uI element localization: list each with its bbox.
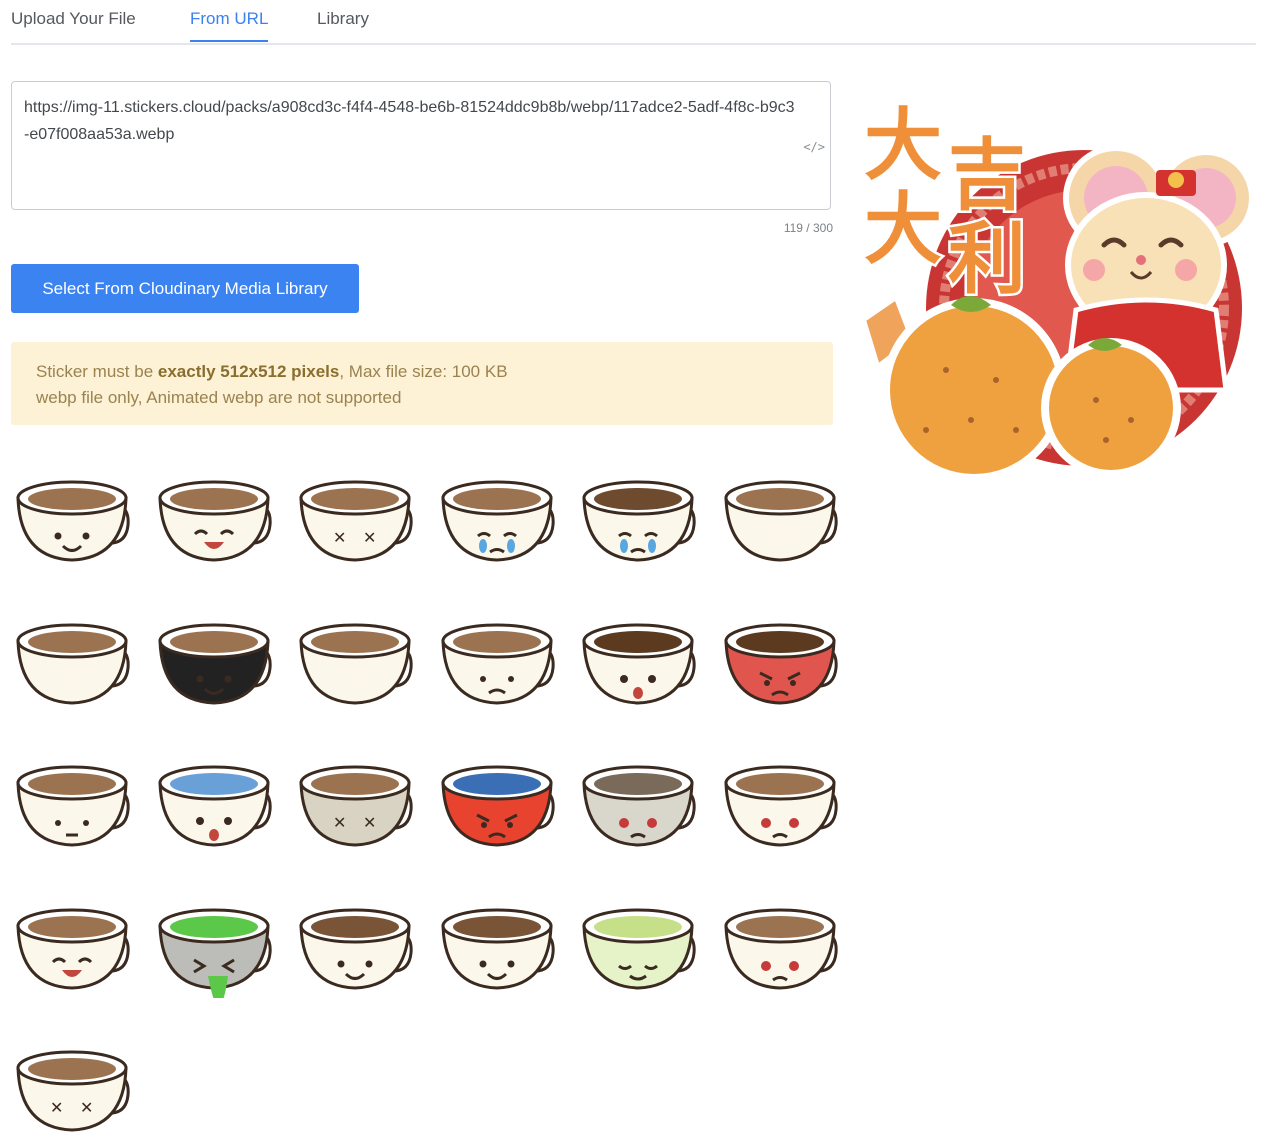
notice-dimension: exactly 512x512 pixels — [157, 362, 340, 381]
notice-suffix: , Max file size: 100 KB — [339, 362, 508, 381]
rat-new-year-sticker: 大 吉 大 利 — [862, 98, 1255, 482]
sticker-coffee-tilted-dizzy[interactable]: ✕ ✕ — [291, 448, 419, 570]
sticker-coffee-splash-shocked[interactable] — [574, 591, 702, 713]
sticker-coffee-red-mug-furious[interactable] — [433, 733, 561, 855]
preview-char-4: 利 — [948, 214, 1026, 305]
mouse-cheek-right — [1175, 259, 1197, 281]
sticker-coffee-phone[interactable] — [716, 876, 844, 998]
svg-text:✕: ✕ — [363, 813, 376, 832]
mouse-cheek-left — [1083, 259, 1105, 281]
svg-text:✕: ✕ — [333, 813, 346, 832]
tab-bar: Upload Your File From URL Library — [11, 0, 1256, 45]
sticker-coffee-togo-dance[interactable] — [433, 876, 561, 998]
sticker-coffee-laptop-dead[interactable]: ✕ ✕ — [291, 733, 419, 855]
sticker-coffee-broken-heart[interactable] — [8, 591, 136, 713]
tab-library[interactable]: Library — [317, 9, 369, 40]
tab-from-url[interactable]: From URL — [190, 9, 269, 42]
sticker-coffee-spilled-crying[interactable] — [574, 448, 702, 570]
sticker-preview: 大 吉 大 利 — [856, 80, 1256, 482]
character-counter: 119 / 300 — [783, 221, 833, 235]
sticker-coffee-confused[interactable] — [8, 733, 136, 855]
preview-char-3: 大 — [864, 184, 942, 275]
sticker-coffee-green-sick[interactable] — [150, 876, 278, 998]
url-value[interactable]: https://img-11.stickers.cloud/packs/a908… — [24, 94, 799, 148]
notice-line-1: Sticker must be exactly 512x512 pixels, … — [36, 359, 808, 385]
sticker-coffee-with-black-mug-love[interactable] — [150, 591, 278, 713]
sticker-coffee-red-angry[interactable] — [716, 591, 844, 713]
mouse-hat-button — [1168, 172, 1184, 188]
sticker-coffee-togo-wave[interactable] — [291, 876, 419, 998]
svg-text:✕: ✕ — [80, 1098, 93, 1117]
sticker-coffee-steaming-sad[interactable] — [433, 591, 561, 713]
preview-char-1: 大 — [864, 100, 942, 191]
sticker-coffee-phone-dead[interactable]: ✕ ✕ — [8, 1018, 136, 1140]
orange-right — [1049, 346, 1173, 470]
sticker-coffee-green-tea[interactable] — [574, 876, 702, 998]
sticker-coffee-laugh[interactable] — [150, 448, 278, 570]
preview-char-2: 吉 — [948, 130, 1026, 221]
sticker-requirements-notice: Sticker must be exactly 512x512 pixels, … — [11, 342, 833, 425]
sticker-coffee-rainbow[interactable] — [150, 733, 278, 855]
sticker-coffee-spotlight[interactable] — [8, 876, 136, 998]
orange-left — [890, 306, 1058, 474]
mouse-nose — [1136, 255, 1146, 265]
select-from-media-library-button[interactable]: Select From Cloudinary Media Library — [11, 264, 359, 313]
notice-prefix: Sticker must be — [36, 362, 158, 381]
svg-text:✕: ✕ — [363, 528, 376, 547]
svg-text:✕: ✕ — [50, 1098, 63, 1117]
notice-line-2: webp file only, Animated webp are not su… — [36, 388, 402, 407]
sticker-coffee-laptop-night[interactable] — [716, 733, 844, 855]
sticker-coffee-latte-heart[interactable] — [716, 448, 844, 570]
code-icon[interactable]: </> — [803, 140, 825, 154]
url-textarea[interactable]: https://img-11.stickers.cloud/packs/a908… — [11, 81, 831, 210]
sticker-coffee-latte-cookie[interactable] — [291, 591, 419, 713]
sticker-coffee-smile[interactable] — [8, 448, 136, 570]
svg-text:✕: ✕ — [333, 528, 346, 547]
sticker-coffee-low-battery[interactable] — [574, 733, 702, 855]
sticker-coffee-crying[interactable] — [433, 448, 561, 570]
tab-upload-your-file[interactable]: Upload Your File — [11, 9, 136, 40]
